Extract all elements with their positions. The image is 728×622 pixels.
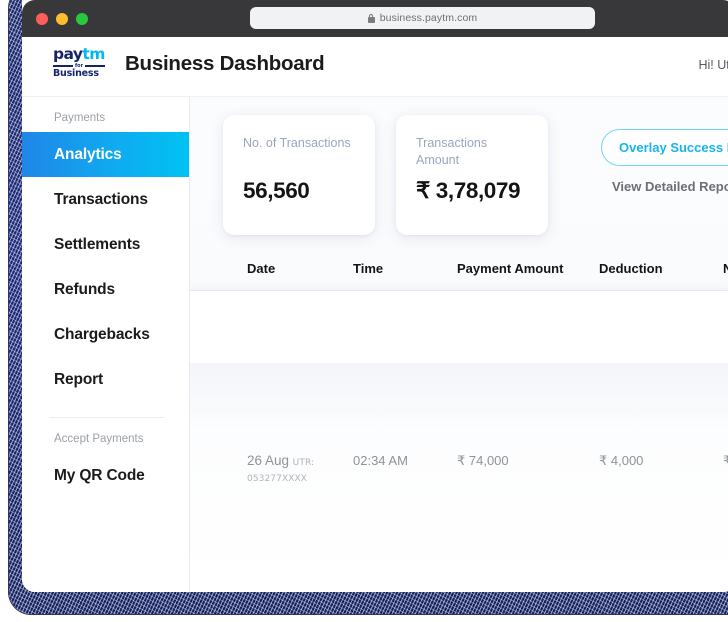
sidebar-section-accept-payments: Accept Payments: [54, 433, 144, 445]
sidebar-item-label: Report: [54, 370, 104, 388]
address-bar[interactable]: business.paytm.com: [250, 7, 595, 29]
stat-card-transactions-amount: Transactions Amount ₹ 3,78,079: [396, 115, 548, 235]
sidebar-divider: [49, 417, 164, 418]
table-row-highlight-card: [190, 291, 728, 363]
close-window-button[interactable]: [36, 12, 48, 25]
sidebar-item-label: Analytics: [54, 145, 122, 163]
logo-tm-text: tm: [82, 45, 105, 63]
sidebar-item-label: Refunds: [54, 280, 115, 298]
app-header: paytm for Business Business Dashboard Hi…: [22, 37, 728, 97]
table-header-row: Date Time Payment Amount Deduction Net: [190, 245, 728, 291]
browser-titlebar: business.paytm.com: [22, 0, 728, 37]
sidebar-item-refunds[interactable]: Refunds: [22, 267, 189, 312]
column-header-deduction[interactable]: Deduction: [599, 261, 709, 276]
logo-rule-right: [85, 65, 106, 67]
transactions-table: Date Time Payment Amount Deduction Net 2…: [190, 245, 728, 507]
lock-icon: [367, 13, 375, 23]
cell-time: 02:34 AM: [353, 453, 408, 468]
column-header-net-amount[interactable]: Net: [723, 261, 728, 276]
stat-card-value: ₹ 3,78,079: [416, 178, 521, 203]
sidebar: Payments Analytics Transactions Settleme…: [22, 97, 190, 592]
browser-window: business.paytm.com paytm for Business Bu…: [22, 0, 728, 592]
traffic-light-controls: [36, 12, 88, 25]
logo-pay-text: pay: [53, 45, 83, 63]
sidebar-item-settlements[interactable]: Settlements: [22, 222, 189, 267]
overlay-success-rate-label: Overlay Success Rat: [619, 140, 728, 155]
stat-card-label: Transactions Amount: [416, 136, 488, 167]
sidebar-item-label: Transactions: [54, 190, 148, 208]
sidebar-item-chargebacks[interactable]: Chargebacks: [22, 312, 189, 357]
column-header-date[interactable]: Date: [247, 261, 347, 276]
view-detailed-report-label: View Detailed Repor: [612, 179, 728, 194]
web-page: paytm for Business Business Dashboard Hi…: [22, 37, 728, 592]
sidebar-item-label: My QR Code: [54, 466, 145, 484]
main-content: No. of Transactions 56,560 Transactions …: [190, 97, 728, 592]
cell-deduction: ₹ 4,000: [599, 453, 644, 468]
cell-date-value: 26 Aug: [247, 453, 290, 468]
stat-card-value: 56,560: [243, 178, 310, 203]
table-row[interactable]: 26 Aug UTR: 053277XXXX 02:34 AM ₹ 74,000…: [190, 435, 728, 507]
sidebar-section-payments: Payments: [54, 112, 106, 124]
user-greeting[interactable]: Hi! Utk: [699, 58, 728, 72]
sidebar-item-analytics[interactable]: Analytics: [22, 132, 189, 177]
overlay-success-rate-button[interactable]: Overlay Success Rat: [601, 129, 728, 166]
logo-wordmark: paytm: [53, 45, 105, 63]
cell-payment-amount: ₹ 74,000: [457, 453, 509, 468]
table-row-separator-band: [190, 363, 728, 435]
screenshot-canvas: business.paytm.com paytm for Business Bu…: [0, 0, 728, 622]
column-header-time[interactable]: Time: [353, 261, 448, 276]
paytm-for-business-logo[interactable]: paytm for Business: [53, 45, 106, 79]
cell-net-amount: ₹ 70: [723, 453, 728, 468]
page-title: Business Dashboard: [125, 52, 325, 75]
cell-date: 26 Aug UTR: 053277XXXX: [247, 453, 347, 484]
page-body: Payments Analytics Transactions Settleme…: [22, 97, 728, 592]
column-header-payment-amount[interactable]: Payment Amount: [457, 261, 587, 276]
view-detailed-report-link[interactable]: View Detailed Repor: [612, 179, 728, 194]
sidebar-item-my-qr-code[interactable]: My QR Code: [22, 453, 189, 498]
sidebar-item-label: Chargebacks: [54, 325, 150, 343]
address-bar-url: business.paytm.com: [379, 12, 478, 24]
maximize-window-button[interactable]: [76, 12, 88, 25]
stat-card-no-of-transactions: No. of Transactions 56,560: [223, 115, 375, 235]
stat-card-label: No. of Transactions: [243, 136, 351, 150]
sidebar-item-report[interactable]: Report: [22, 357, 189, 402]
logo-rule-left: [53, 65, 73, 67]
sidebar-item-label: Settlements: [54, 235, 141, 253]
minimize-window-button[interactable]: [56, 12, 68, 25]
sidebar-item-transactions[interactable]: Transactions: [22, 177, 189, 222]
logo-business-label: Business: [53, 68, 99, 79]
